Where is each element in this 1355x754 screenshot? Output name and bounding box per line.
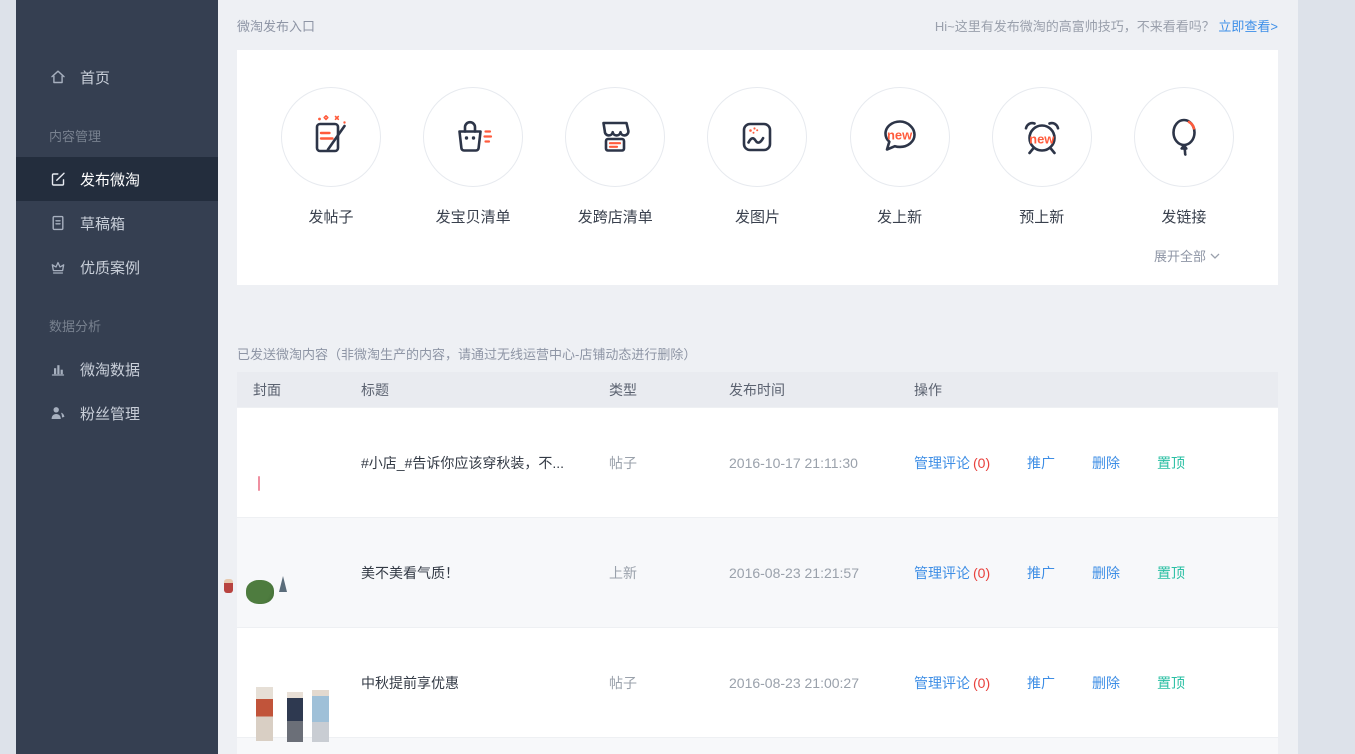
column-header-actions: 操作 xyxy=(914,380,1278,400)
channel-post[interactable]: 发帖子 xyxy=(281,87,381,227)
table-row: 中秋提前享优惠 帖子 2016-08-23 21:00:27 管理评论(0) 推… xyxy=(237,627,1278,737)
sidebar-item-label: 草稿箱 xyxy=(80,213,125,234)
picture-icon xyxy=(707,87,807,187)
post-type: 帖子 xyxy=(609,673,729,693)
channel-label: 发上新 xyxy=(877,206,922,227)
new-badge: new xyxy=(1029,132,1054,147)
promote-link[interactable]: 推广 xyxy=(1027,453,1092,473)
sidebar-item-drafts[interactable]: 草稿箱 xyxy=(16,201,218,245)
table-header-row: 封面 标题 类型 发布时间 操作 xyxy=(237,372,1278,407)
post-title: 美不美看气质！ xyxy=(361,563,609,583)
table-row xyxy=(237,737,1278,754)
draft-icon xyxy=(49,214,67,232)
channel-label: 发跨店清单 xyxy=(578,206,653,227)
column-header-time: 发布时间 xyxy=(729,380,914,400)
sidebar-item-label: 优质案例 xyxy=(80,257,140,278)
sidebar-item-label: 粉丝管理 xyxy=(80,403,140,424)
sidebar: 首页 内容管理 发布微淘 草稿箱 优质案例 数据分析 微淘数 xyxy=(16,0,218,754)
delete-link[interactable]: 删除 xyxy=(1092,563,1157,583)
chevron-down-icon xyxy=(1210,253,1220,259)
channel-link[interactable]: 发链接 xyxy=(1134,87,1234,227)
sidebar-item-label: 首页 xyxy=(80,67,110,88)
post-type: 帖子 xyxy=(609,453,729,473)
sidebar-item-fans-management[interactable]: 粉丝管理 xyxy=(16,391,218,435)
publish-time: 2016-10-17 21:11:30 xyxy=(729,455,914,471)
pin-to-top-link[interactable]: 置顶 xyxy=(1157,453,1185,473)
delete-link[interactable]: 删除 xyxy=(1092,453,1157,473)
manage-comments-link[interactable]: 管理评论(0) xyxy=(914,563,1027,583)
sidebar-item-label: 发布微淘 xyxy=(80,169,140,190)
post-pencil-icon xyxy=(281,87,381,187)
channel-cross-store-list[interactable]: 发跨店清单 xyxy=(565,87,665,227)
publish-channels-card: 发帖子 发宝贝清单 xyxy=(237,50,1278,285)
post-title: 中秋提前享优惠 xyxy=(361,673,609,693)
left-gutter xyxy=(0,0,16,754)
manage-comments-link[interactable]: 管理评论(0) xyxy=(914,453,1027,473)
pin-to-top-link[interactable]: 置顶 xyxy=(1157,673,1185,693)
storefront-icon xyxy=(565,87,665,187)
edit-square-icon xyxy=(49,170,67,188)
manage-comments-link[interactable]: 管理评论(0) xyxy=(914,673,1027,693)
main-content: 微淘发布入口 Hi~这里有发布微淘的高富帅技巧，不来看看吗？ 立即查看> xyxy=(218,0,1298,754)
channel-pre-arrival[interactable]: new 预上新 xyxy=(992,87,1092,227)
sidebar-item-publish-weitao[interactable]: 发布微淘 xyxy=(16,157,218,201)
column-header-title: 标题 xyxy=(361,380,609,400)
sidebar-section-analytics: 数据分析 xyxy=(16,303,218,347)
channel-label: 发链接 xyxy=(1161,206,1206,227)
post-type: 上新 xyxy=(609,563,729,583)
home-icon xyxy=(49,68,67,86)
table-row: 美不美看气质！ 上新 2016-08-23 21:21:57 管理评论(0) 推… xyxy=(237,517,1278,627)
channel-new-arrival[interactable]: new 发上新 xyxy=(850,87,950,227)
topbar: 微淘发布入口 Hi~这里有发布微淘的高富帅技巧，不来看看吗？ 立即查看> xyxy=(237,0,1278,50)
sidebar-item-weitao-data[interactable]: 微淘数据 xyxy=(16,347,218,391)
new-badge: new xyxy=(887,128,912,143)
bar-chart-icon xyxy=(49,360,67,378)
publish-time: 2016-08-23 21:21:57 xyxy=(729,565,914,581)
channel-label: 预上新 xyxy=(1019,206,1064,227)
page-title: 微淘发布入口 xyxy=(237,16,315,35)
crown-icon xyxy=(49,258,67,276)
comment-count: (0) xyxy=(973,565,990,581)
published-section-title: 已发送微淘内容（非微淘生产的内容，请通过无线运营中心-店铺动态进行删除） xyxy=(237,344,1278,362)
column-header-cover: 封面 xyxy=(237,380,361,400)
promote-link[interactable]: 推广 xyxy=(1027,673,1092,693)
chevron-right-icon: > xyxy=(1270,19,1278,34)
channel-item-list[interactable]: 发宝贝清单 xyxy=(423,87,523,227)
sidebar-item-quality-cases[interactable]: 优质案例 xyxy=(16,245,218,289)
sidebar-section-content: 内容管理 xyxy=(16,113,218,157)
app-container: 首页 内容管理 发布微淘 草稿箱 优质案例 数据分析 微淘数 xyxy=(16,0,1298,754)
sidebar-item-home[interactable]: 首页 xyxy=(16,55,218,99)
tips-text: Hi~这里有发布微淘的高富帅技巧，不来看看吗？ xyxy=(935,19,1215,34)
shopping-bag-icon xyxy=(423,87,523,187)
view-now-link[interactable]: 立即查看> xyxy=(1218,19,1278,34)
fans-icon xyxy=(49,404,67,422)
post-title: #小店_#告诉你应该穿秋装，不... xyxy=(361,453,609,473)
speech-bubble-icon: new xyxy=(850,87,950,187)
comment-count: (0) xyxy=(973,455,990,471)
promote-link[interactable]: 推广 xyxy=(1027,563,1092,583)
channel-row: 发帖子 发宝贝清单 xyxy=(281,87,1234,227)
publish-time: 2016-08-23 21:00:27 xyxy=(729,675,914,691)
delete-link[interactable]: 删除 xyxy=(1092,673,1157,693)
channel-label: 发图片 xyxy=(735,206,780,227)
published-table: 封面 标题 类型 发布时间 操作 #小店_#告诉你应该穿秋装，不... 帖子 2… xyxy=(237,372,1278,754)
pin-to-top-link[interactable]: 置顶 xyxy=(1157,563,1185,583)
expand-all-button[interactable]: 展开全部 xyxy=(1154,246,1220,265)
channel-label: 发帖子 xyxy=(308,206,353,227)
comment-count: (0) xyxy=(973,675,990,691)
balloon-icon xyxy=(1134,87,1234,187)
channel-label: 发宝贝清单 xyxy=(436,206,511,227)
column-header-type: 类型 xyxy=(609,380,729,400)
alarm-clock-icon: new xyxy=(992,87,1092,187)
channel-picture[interactable]: 发图片 xyxy=(707,87,807,227)
table-row: #小店_#告诉你应该穿秋装，不... 帖子 2016-10-17 21:11:3… xyxy=(237,407,1278,517)
tips-banner: Hi~这里有发布微淘的高富帅技巧，不来看看吗？ 立即查看> xyxy=(935,16,1278,35)
right-gutter xyxy=(1298,0,1355,754)
sidebar-item-label: 微淘数据 xyxy=(80,359,140,380)
